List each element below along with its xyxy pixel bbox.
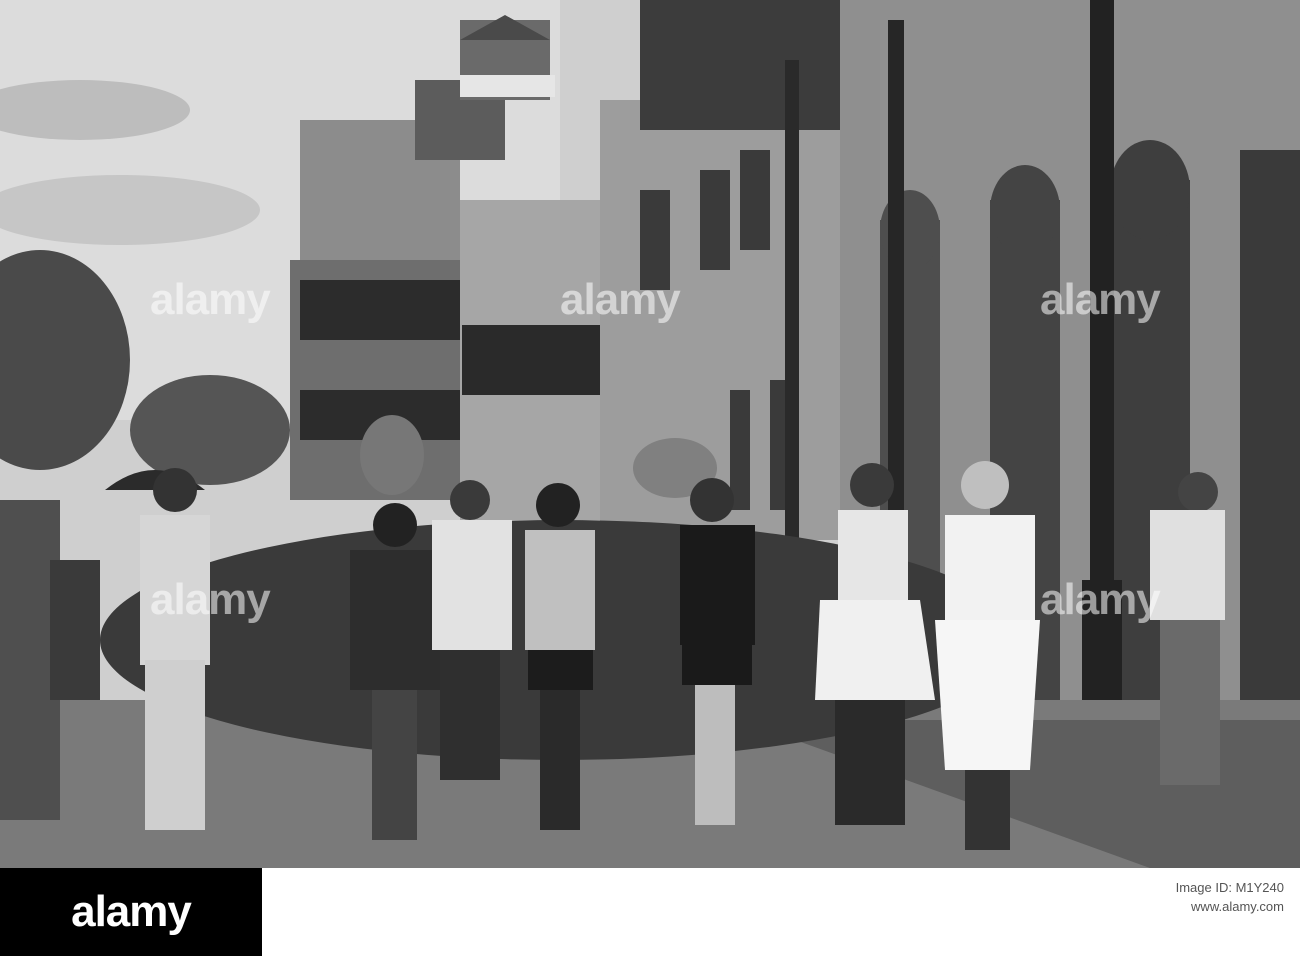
image-id: Image ID: M1Y240 (1175, 880, 1284, 895)
tower-railing (460, 75, 555, 97)
gallery-roof (640, 0, 850, 130)
watermark: alamy (560, 275, 681, 324)
watermark: alamy (150, 575, 271, 624)
musician-trumpet-left (140, 468, 210, 830)
shutter (700, 170, 730, 270)
alamy-logo: alamy (0, 868, 262, 956)
photo-illustration (0, 0, 1300, 868)
sousaphone-bell (360, 415, 424, 495)
iron-balcony-right (462, 325, 602, 395)
watermark: alamy (1040, 575, 1161, 624)
shutter (740, 150, 770, 250)
site-url: www.alamy.com (1191, 899, 1284, 914)
arch-top (1110, 140, 1190, 240)
photo: alamy alamy alamy alamy alamy (0, 0, 1300, 868)
watermark: alamy (1040, 275, 1161, 324)
musician-saxophone (432, 480, 512, 780)
arch-top (990, 165, 1060, 255)
tree-mid (130, 375, 290, 485)
ironwork-balcony (300, 280, 460, 340)
watermark: alamy (150, 275, 271, 324)
parked-car (50, 560, 100, 700)
door (1240, 150, 1300, 720)
shutter (730, 390, 750, 510)
photographer-right (1150, 472, 1225, 785)
footer-info: Image ID: M1Y240 www.alamy.com (1176, 880, 1284, 914)
logo-text: alamy (71, 887, 192, 936)
